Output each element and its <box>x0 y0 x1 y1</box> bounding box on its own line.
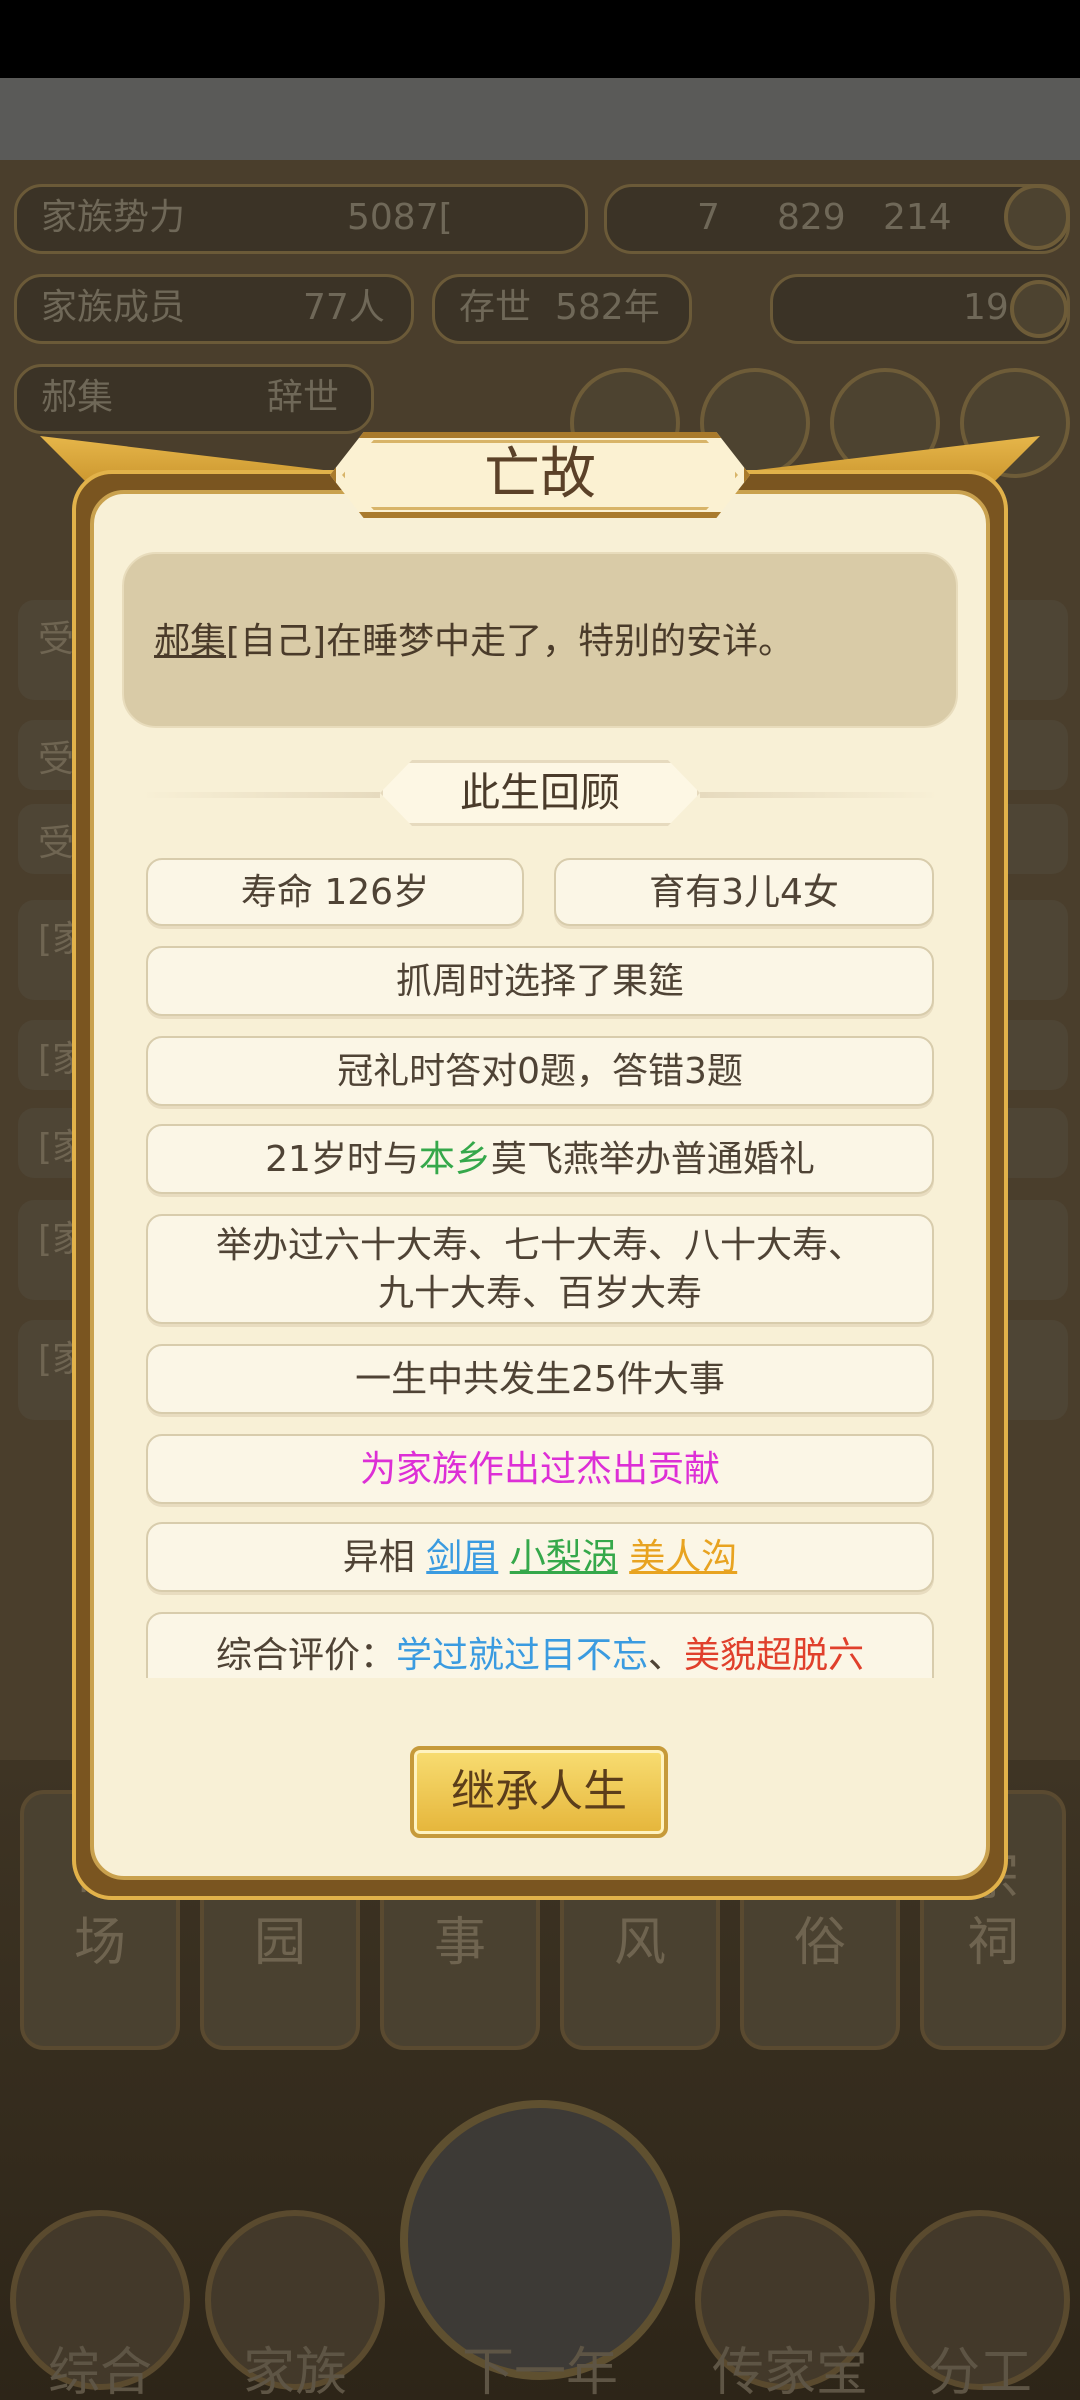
existence-value: 582年 <box>555 287 660 328</box>
events-card: 一生中共发生25件大事 <box>146 1344 934 1414</box>
birthdays-card: 举办过六十大寿、七十大寿、八十大寿、 九十大寿、百岁大寿 <box>146 1214 934 1324</box>
log-row-text: 受 <box>38 823 75 864</box>
existence-pill: 存世 582年 <box>432 274 692 344</box>
tile-char: 事 <box>433 1913 486 1973</box>
log-row-text: 受 <box>38 619 75 660</box>
nav-next-year-label: 下一年 <box>461 2343 618 2400</box>
birthdays-line-1: 举办过六十大寿、七十大寿、八十大寿、 <box>215 1225 864 1266</box>
gold-value: 7 <box>697 197 720 238</box>
trait-link[interactable]: 小梨涡 <box>510 1537 618 1578</box>
tile-char: 场 <box>73 1913 126 1973</box>
ingot-value: 19 <box>963 287 1009 328</box>
silver-value: 829 <box>777 197 846 238</box>
death-message: 郝集[自己]在睡梦中走了，特别的安详。 <box>154 612 794 664</box>
status-bar <box>0 0 1080 78</box>
members-value: 77人 <box>303 287 385 328</box>
nav-general-label: 综合 <box>47 2343 152 2400</box>
guanli-card: 冠礼时答对0题，答错3题 <box>146 1036 934 1106</box>
traits-card: 异相 剑眉 小梨涡 美人沟 <box>146 1522 934 1592</box>
person-pill: 郝集 辞世 <box>14 364 374 434</box>
family-power-label: 家族势力 <box>41 197 186 238</box>
zhuazhou-card: 抓周时选择了果筵 <box>146 946 934 1016</box>
evaluation-item: 美貌超脱六 <box>684 1635 865 1676</box>
modal-title: 亡故 <box>484 442 596 507</box>
marriage-card: 21岁时与本乡莫飞燕举办普通婚礼 <box>146 1124 934 1194</box>
log-row-text: 受 <box>38 739 75 780</box>
section-divider-right <box>700 792 940 798</box>
section-divider-left <box>140 792 380 798</box>
nav-heirloom-label: 传家宝 <box>711 2343 868 2400</box>
birthdays-line-2: 九十大寿、百岁大寿 <box>377 1273 702 1314</box>
add-icon[interactable] <box>1010 280 1068 338</box>
marriage-text-pre: 21岁时与 <box>265 1139 419 1180</box>
resources-pill: 7 829 214 <box>604 184 1070 254</box>
trait-link[interactable]: 美人沟 <box>629 1537 737 1578</box>
contribution-card: 为家族作出过杰出贡献 <box>146 1434 934 1504</box>
top-strip <box>0 78 1080 160</box>
family-members-pill: 家族成员 77人 <box>14 274 414 344</box>
children-card: 育有3儿4女 <box>554 858 934 926</box>
coin-value: 214 <box>883 197 952 238</box>
evaluation-card: 综合评价：学过就过目不忘、美貌超脱六 <box>146 1612 934 1678</box>
evaluation-separator: 、 <box>648 1635 685 1676</box>
marriage-text-post: 莫飞燕举办普通婚礼 <box>490 1139 815 1180</box>
existence-label: 存世 <box>459 287 532 328</box>
tile-char: 俗 <box>793 1913 846 1973</box>
nav-division-label: 分工 <box>927 2343 1032 2400</box>
trait-link[interactable]: 剑眉 <box>426 1537 498 1578</box>
death-message-text: [自己]在睡梦中走了，特别的安详。 <box>226 621 795 662</box>
members-label: 家族成员 <box>41 287 186 328</box>
game-screen: 家族势力 5087[ 7 829 214 家族成员 77人 存世 582年 19… <box>0 0 1080 2400</box>
nav-family-label: 家族 <box>242 2343 347 2400</box>
evaluation-item: 学过就过目不忘 <box>395 1635 648 1676</box>
person-name: 郝集 <box>41 377 114 418</box>
section-title: 此生回顾 <box>460 770 620 816</box>
tile-char: 风 <box>613 1913 666 1973</box>
life-review-list[interactable]: 寿命 126岁 育有3儿4女 抓周时选择了果筵 冠礼时答对0题，答错3题 21岁… <box>140 850 940 1678</box>
marriage-place: 本乡 <box>418 1139 491 1180</box>
family-power-pill: 家族势力 5087[ <box>14 184 588 254</box>
lifespan-card: 寿命 126岁 <box>146 858 524 926</box>
evaluation-label: 综合评价： <box>215 1635 396 1676</box>
family-power-value: 5087[ <box>347 197 453 238</box>
traits-label: 异相 <box>342 1537 415 1578</box>
inherit-life-button[interactable]: 继承人生 <box>410 1746 668 1838</box>
deceased-name-link[interactable]: 郝集 <box>154 621 226 662</box>
help-icon[interactable] <box>1004 184 1070 250</box>
person-status: 辞世 <box>267 377 340 418</box>
tile-char: 祠 <box>966 1913 1019 1973</box>
tile-char: 园 <box>253 1913 306 1973</box>
